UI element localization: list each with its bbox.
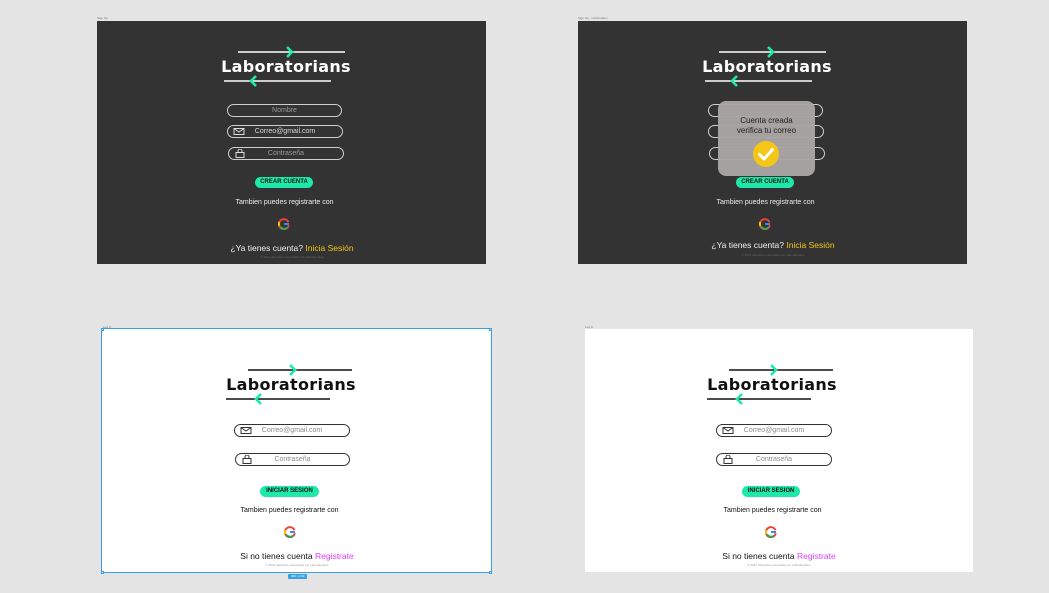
- login-frame: Laboratorians Correo@gmail.com Contraseñ…: [585, 329, 973, 572]
- create-account-button[interactable]: CREAR CUENTA: [736, 177, 794, 188]
- modal-message: Cuenta creada verifica tu correo: [718, 116, 815, 136]
- check-circle-icon: [753, 141, 779, 167]
- register-prompt: Si no tienes cuenta Registrate: [197, 551, 397, 561]
- login-button[interactable]: INICIAR SESION: [742, 486, 800, 497]
- brand-wordmark: Laboratorians: [221, 57, 351, 76]
- password-placeholder: Contraseña: [755, 456, 793, 463]
- login-link[interactable]: Inicia Sesión: [305, 243, 353, 253]
- brand-wordmark: Laboratorians: [702, 57, 832, 76]
- register-prompt: Si no tienes cuenta Registrate: [679, 551, 879, 561]
- frame-label[interactable]: Sign Up: [97, 16, 108, 20]
- email-placeholder: Correo@gmail.com: [743, 427, 805, 434]
- password-field[interactable]: Contraseña: [228, 147, 344, 160]
- password-placeholder: Contraseña: [267, 150, 305, 157]
- brand-logo: Laboratorians: [702, 44, 832, 94]
- email-field[interactable]: Correo@gmail.com: [234, 424, 350, 437]
- create-account-button[interactable]: CREAR CUENTA: [255, 177, 313, 188]
- brand-wordmark: Laboratorians: [707, 375, 837, 394]
- account-created-modal: Cuenta creada verifica tu correo: [718, 101, 815, 176]
- size-badge: 390 × 243: [288, 574, 308, 579]
- alt-signup-text: Tambien puedes registrarte con: [235, 199, 334, 206]
- email-placeholder: Correo@gmail.com: [254, 128, 316, 135]
- login-link[interactable]: Inicia Sesión: [786, 240, 834, 250]
- register-prompt-text: Si no tienes cuenta: [240, 551, 313, 561]
- alt-signup-text: Tambien puedes registrarte con: [240, 507, 339, 514]
- modal-subtitle: verifica tu correo: [736, 126, 797, 135]
- register-link[interactable]: Registrate: [797, 551, 836, 561]
- modal-title: Cuenta creada: [740, 116, 793, 125]
- copyright: © 2021 derechos reservados por Laborator…: [747, 563, 811, 567]
- password-placeholder: Contraseña: [274, 456, 311, 463]
- google-icon[interactable]: [278, 218, 290, 230]
- resize-handle[interactable]: [489, 571, 492, 574]
- email-field[interactable]: Correo@gmail.com: [716, 424, 832, 437]
- copyright: © 2021 derechos reservados por Laborator…: [741, 253, 805, 257]
- name-field[interactable]: Nombre: [227, 104, 342, 117]
- alt-signup-text: Tambien puedes registrarte con: [716, 199, 815, 206]
- frame-label[interactable]: Sign Up - confirmation: [578, 16, 608, 20]
- google-icon[interactable]: [759, 218, 771, 230]
- register-prompt-text: Si no tienes cuenta: [722, 551, 795, 561]
- brand-wordmark: Laboratorians: [226, 375, 356, 394]
- copyright: © 2021 derechos reservados por Laborator…: [265, 563, 329, 567]
- login-prompt-text: ¿Ya tienes cuenta?: [230, 243, 304, 253]
- resize-handle[interactable]: [101, 328, 104, 331]
- email-field[interactable]: Correo@gmail.com: [227, 125, 343, 138]
- google-icon[interactable]: [284, 526, 296, 538]
- resize-handle[interactable]: [489, 328, 492, 331]
- brand-logo: Laboratorians: [226, 362, 356, 412]
- login-prompt-text: ¿Ya tienes cuenta?: [711, 240, 785, 250]
- name-placeholder: Nombre: [272, 107, 297, 114]
- signup-frame: Laboratorians Nombre Correo@gmail.com Co…: [97, 21, 486, 264]
- copyright: © 2021 derechos reservados por Laborator…: [260, 255, 324, 259]
- login-prompt: ¿Ya tienes cuenta? Inicia Sesión: [678, 240, 868, 250]
- register-link[interactable]: Registrate: [315, 551, 354, 561]
- login-frame-selected[interactable]: Laboratorians Correo@gmail.com Contraseñ…: [101, 328, 492, 573]
- signup-confirmation-frame: Laboratorians Cuenta creada verifica tu …: [578, 21, 967, 264]
- password-field[interactable]: Contraseña: [716, 453, 832, 466]
- email-placeholder: Correo@gmail.com: [261, 427, 323, 434]
- login-button[interactable]: INICIAR SESION: [260, 486, 319, 497]
- google-icon[interactable]: [765, 526, 777, 538]
- brand-logo: Laboratorians: [221, 44, 351, 94]
- password-field[interactable]: Contraseña: [235, 453, 350, 466]
- login-prompt: ¿Ya tienes cuenta? Inicia Sesión: [197, 243, 387, 253]
- alt-signup-text: Tambien puedes registrarte con: [723, 507, 822, 514]
- resize-handle[interactable]: [101, 571, 104, 574]
- brand-logo: Laboratorians: [707, 362, 837, 412]
